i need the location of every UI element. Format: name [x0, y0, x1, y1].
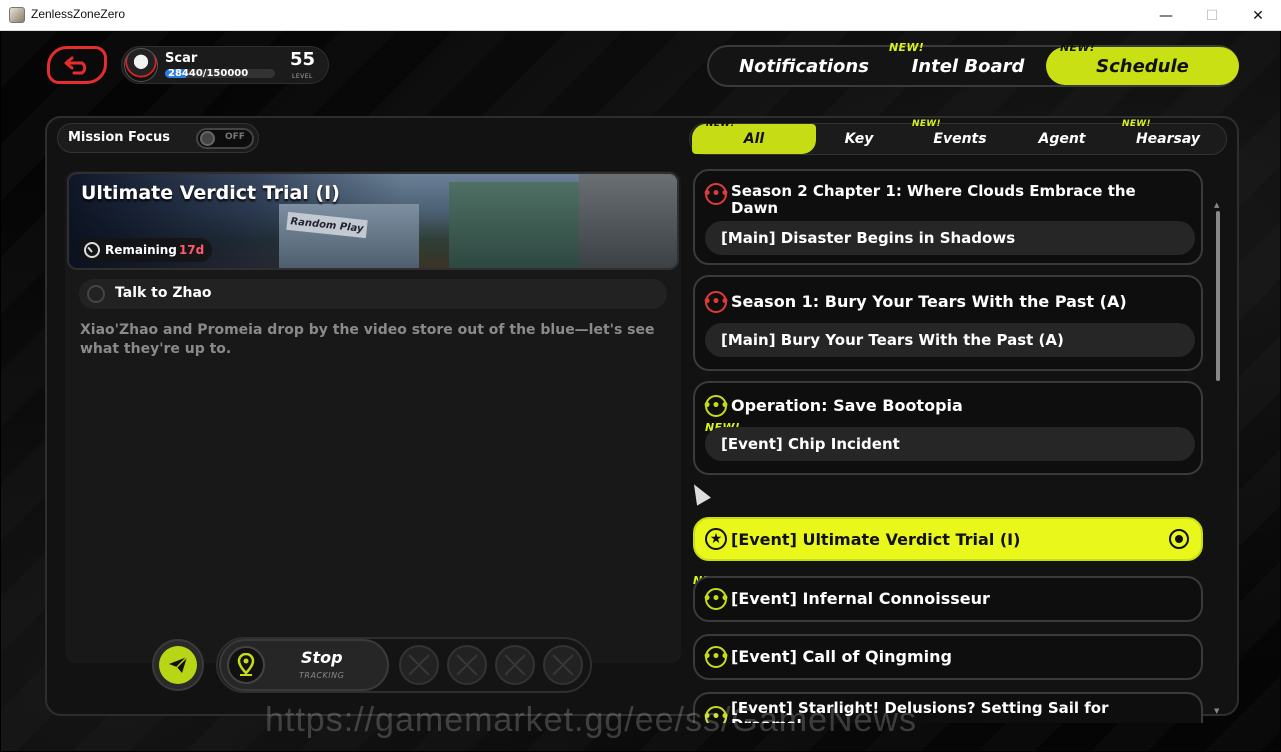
close-button[interactable]: ✕ [1235, 0, 1281, 31]
tab-intel-board-label: Intel Board [911, 55, 1025, 77]
tracking-label: TRACKING [299, 671, 345, 680]
stop-label: Stop [301, 648, 343, 667]
minimize-button[interactable]: — [1143, 0, 1189, 31]
quest-card-title: Season 2 Chapter 1: Where Clouds Embrace… [731, 182, 1136, 217]
objective-status-icon [87, 285, 105, 303]
tab-notifications[interactable]: Notifications [721, 47, 887, 85]
alert-icon: ••• [703, 291, 729, 313]
filter-tab-key[interactable]: Key [816, 124, 902, 154]
tracking-target-icon[interactable] [1169, 529, 1189, 549]
send-button[interactable] [152, 639, 204, 691]
quest-card-title: Operation: Save Bootopia [731, 396, 963, 415]
empty-slot [495, 645, 535, 685]
clock-icon [84, 242, 100, 258]
mission-focus: Mission Focus OFF [57, 123, 259, 153]
tab-schedule-label: Schedule [1096, 55, 1189, 77]
scroll-up-icon[interactable]: ▲ [1214, 201, 1219, 209]
empty-slot [399, 645, 439, 685]
remaining-label: Remaining [105, 243, 177, 257]
quest-title: Ultimate Verdict Trial (I) [81, 182, 340, 204]
quest-card[interactable]: ••• Season 2 Chapter 1: Where Clouds Emb… [693, 169, 1203, 265]
quest-description: Xiao'Zhao and Promeia drop by the video … [80, 322, 655, 357]
tab-schedule[interactable]: NEW! Schedule [1046, 41, 1239, 85]
filter-tab-hearsay[interactable]: NEW! Hearsay [1114, 119, 1222, 154]
scrollbar-thumb[interactable] [1216, 211, 1220, 381]
quest-banner: Random Play Ultimate Verdict Trial (I) R… [67, 172, 679, 270]
map-pin-icon-wrap [227, 646, 265, 684]
window-title: ZenlessZoneZero [31, 7, 126, 21]
player-name: Scar [165, 51, 198, 66]
exp-total: /150000 [202, 68, 249, 79]
quest-card[interactable]: ••• Season 1: Bury Your Tears With the P… [693, 275, 1203, 371]
quest-card-subtask[interactable]: [Event] Chip Incident [705, 427, 1195, 461]
top-tab-bar: Notifications NEW! Intel Board NEW! Sche… [707, 41, 1239, 87]
filter-tab-bar: NEW! All Key NEW! Events Agent NEW! Hear… [689, 119, 1227, 155]
send-icon [169, 656, 188, 673]
quest-list: ••• Season 2 Chapter 1: Where Clouds Emb… [691, 163, 1211, 723]
more-icon: ••• [703, 588, 729, 610]
tab-notifications-label: Notifications [739, 55, 869, 77]
exp-text: 28440/150000 [168, 68, 248, 79]
quest-card-active[interactable]: ★ [Event] Ultimate Verdict Trial (I) [693, 517, 1203, 561]
filter-tab-events-label: Events [933, 131, 987, 147]
quest-card-title: Season 1: Bury Your Tears With the Past … [731, 292, 1127, 311]
toggle-state: OFF [225, 132, 245, 142]
game-viewport: Scar 28440/150000 55 LEVEL Notifications… [1, 31, 1280, 751]
exp-current: 28440 [168, 68, 203, 79]
mission-focus-label: Mission Focus [68, 130, 171, 145]
banner-building [579, 174, 677, 268]
avatar [124, 48, 158, 82]
window-titlebar: ZenlessZoneZero — ☐ ✕ [0, 0, 1281, 31]
tab-intel-board[interactable]: NEW! Intel Board [889, 41, 1043, 85]
remaining-badge: Remaining 17d [79, 238, 213, 262]
new-badge: NEW! [912, 119, 941, 129]
watermark: https://gamemarket.gg/ee/ss/GameNews [265, 701, 918, 739]
maximize-button[interactable]: ☐ [1189, 0, 1235, 31]
filter-tab-all-label: All [743, 131, 765, 147]
remaining-days: 17d [178, 243, 205, 257]
empty-slot [543, 645, 583, 685]
quest-card[interactable]: ••• [Event] Call of Qingming [693, 634, 1203, 680]
map-pin-icon [237, 653, 255, 676]
scroll-down-icon[interactable]: ▼ [1214, 707, 1219, 715]
new-badge: NEW! [889, 41, 925, 54]
toggle-knob [200, 131, 215, 146]
filter-tab-key-label: Key [844, 131, 874, 147]
app-icon [9, 7, 25, 23]
stop-tracking-button[interactable]: Stop TRACKING [219, 639, 389, 691]
empty-slot [447, 645, 487, 685]
player-level: 55 [290, 49, 316, 70]
level-label: LEVEL [292, 73, 313, 80]
star-icon: ★ [705, 528, 727, 550]
quest-card-title: [Event] Ultimate Verdict Trial (I) [731, 530, 1021, 549]
new-badge: NEW! [1122, 119, 1151, 129]
more-icon: ••• [703, 395, 729, 417]
quest-card-subtask[interactable]: [Main] Bury Your Tears With the Past (A) [705, 323, 1195, 357]
new-badge: NEW! [1060, 41, 1096, 54]
send-icon-wrap [159, 646, 197, 684]
quest-objective: Talk to Zhao [79, 279, 667, 309]
back-arrow-icon [64, 56, 87, 75]
filter-tab-agent[interactable]: Agent [1014, 124, 1110, 154]
new-badge: NEW! [706, 119, 735, 129]
filter-tab-events[interactable]: NEW! Events [910, 119, 1010, 154]
player-profile[interactable]: Scar 28440/150000 55 LEVEL [121, 46, 329, 84]
filter-tab-hearsay-label: Hearsay [1135, 131, 1201, 147]
quest-card-title: [Event] Call of Qingming [731, 647, 952, 666]
objective-text: Talk to Zhao [115, 285, 212, 301]
quest-list-scrollbar[interactable]: ▲ ▼ [1214, 201, 1222, 721]
filter-tab-all[interactable]: NEW! All [692, 119, 816, 154]
quest-card-subtask[interactable]: [Main] Disaster Begins in Shadows [705, 221, 1195, 255]
filter-tab-agent-label: Agent [1038, 131, 1086, 147]
back-button[interactable] [47, 46, 107, 84]
mission-focus-toggle[interactable]: OFF [196, 128, 254, 149]
quest-card-title: [Event] Infernal Connoisseur [731, 589, 990, 608]
banner-building [449, 182, 579, 268]
quest-card[interactable]: ••• Operation: Save Bootopia NEW! [Event… [693, 381, 1203, 475]
quest-card[interactable]: ••• [Event] Infernal Connoisseur [693, 576, 1203, 622]
more-icon: ••• [703, 646, 729, 668]
alert-icon: ••• [703, 183, 729, 205]
